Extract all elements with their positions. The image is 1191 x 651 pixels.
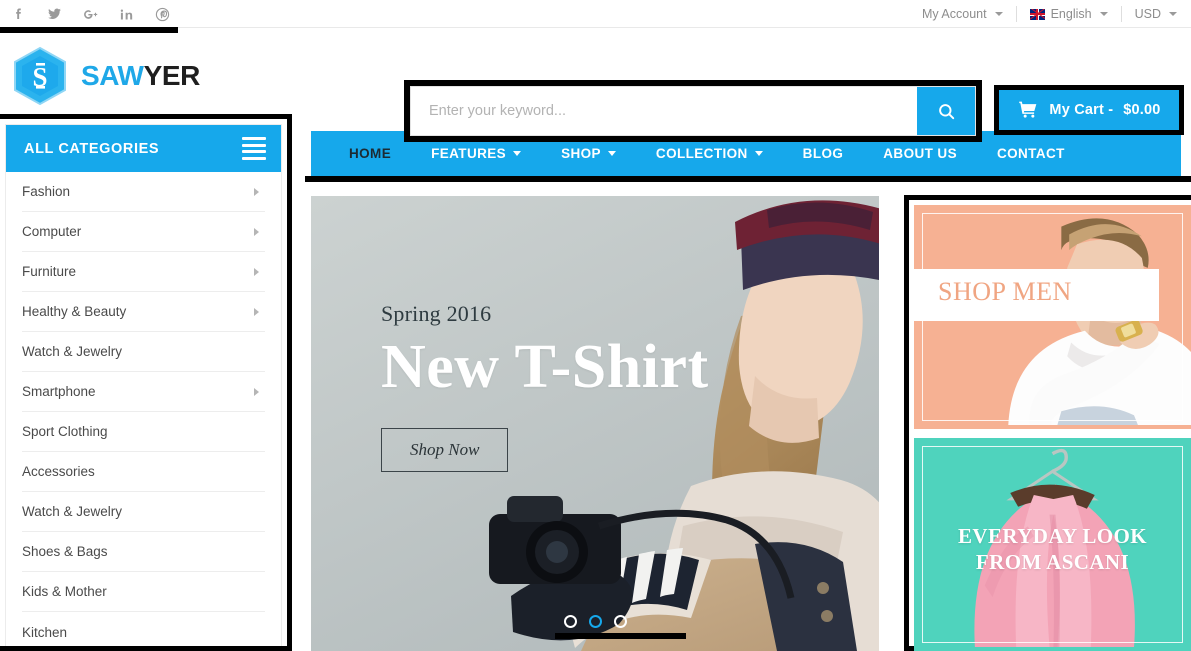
pinterest-icon[interactable] bbox=[154, 6, 171, 23]
all-categories-header[interactable]: ALL CATEGORIES bbox=[6, 125, 281, 172]
annotation-promo-banners: SHOP MEN EVERYDAY LOOK FROM ASCANI bbox=[904, 195, 1191, 651]
twitter-icon[interactable] bbox=[46, 6, 63, 23]
chevron-right-icon bbox=[254, 387, 259, 396]
chevron-down-icon bbox=[754, 151, 763, 156]
category-item[interactable]: Watch & Jewelry bbox=[22, 332, 265, 372]
my-cart-button[interactable]: My Cart - $0.00 bbox=[999, 90, 1179, 130]
search-button[interactable] bbox=[917, 87, 975, 135]
category-item[interactable]: Sport Clothing bbox=[22, 412, 265, 452]
cart-total: $0.00 bbox=[1123, 102, 1161, 118]
logo-text-secondary: YER bbox=[143, 60, 201, 91]
nav-item-contact[interactable]: CONTACT bbox=[977, 131, 1085, 176]
nav-item-label: ABOUT US bbox=[883, 146, 957, 161]
chevron-down-icon bbox=[994, 12, 1003, 16]
linkedin-icon[interactable] bbox=[118, 6, 135, 23]
logo-hexagon-icon: S bbox=[12, 46, 68, 106]
chevron-down-icon bbox=[607, 151, 616, 156]
site-header: S SAWYER Enter your keyword... My Cart -… bbox=[0, 29, 1191, 142]
cart-label: My Cart - bbox=[1049, 102, 1114, 118]
promo-banner-shop-men[interactable]: SHOP MEN bbox=[914, 205, 1191, 429]
logo-text-primary: SAW bbox=[81, 60, 144, 91]
category-item[interactable]: Kids & Mother bbox=[22, 572, 265, 612]
nav-item-home[interactable]: HOME bbox=[329, 131, 411, 176]
category-item-label: Smartphone bbox=[22, 384, 96, 399]
nav-item-label: BLOG bbox=[802, 146, 844, 161]
page-root: My Account English USD S SAWYER Enter yo… bbox=[0, 0, 1191, 651]
category-item[interactable]: Furniture bbox=[22, 252, 265, 292]
everyday-look-line1: EVERYDAY LOOK bbox=[957, 524, 1148, 548]
category-item-label: Watch & Jewelry bbox=[22, 504, 123, 519]
currency-selector[interactable]: USD bbox=[1122, 6, 1179, 22]
nav-item-label: FEATURES bbox=[431, 146, 507, 161]
category-item[interactable]: Accessories bbox=[22, 452, 265, 492]
search-form bbox=[410, 86, 976, 136]
my-account-menu[interactable]: My Account bbox=[909, 6, 1017, 22]
category-item-label: Healthy & Beauty bbox=[22, 304, 127, 319]
hero-title: New T-Shirt bbox=[381, 333, 709, 401]
category-item-label: Shoes & Bags bbox=[22, 544, 108, 559]
top-bar-right: My Account English USD bbox=[909, 0, 1179, 28]
chevron-down-icon bbox=[1169, 12, 1177, 16]
everyday-look-line2: FROM ASCANI bbox=[975, 550, 1130, 575]
category-item[interactable]: Kitchen bbox=[22, 612, 265, 646]
carousel-dot[interactable] bbox=[588, 615, 602, 628]
top-bar: My Account English USD bbox=[0, 0, 1191, 28]
everyday-look-label: EVERYDAY LOOK FROM ASCANI bbox=[914, 523, 1191, 576]
promo-banner-everyday-look[interactable]: EVERYDAY LOOK FROM ASCANI bbox=[914, 438, 1191, 651]
facebook-icon[interactable] bbox=[10, 6, 27, 23]
category-item[interactable]: Healthy & Beauty bbox=[22, 292, 265, 332]
chevron-right-icon bbox=[254, 187, 259, 196]
nav-item-label: SHOP bbox=[561, 146, 601, 161]
carousel-dot[interactable] bbox=[613, 615, 627, 628]
category-item-label: Kitchen bbox=[22, 624, 68, 640]
annotation-cart-button: My Cart - $0.00 bbox=[994, 85, 1184, 135]
google-plus-icon[interactable] bbox=[82, 6, 99, 23]
category-item[interactable]: Watch & Jewelry bbox=[22, 492, 265, 532]
nav-item-label: HOME bbox=[349, 146, 392, 161]
all-categories-label: ALL CATEGORIES bbox=[24, 140, 160, 157]
nav-item-label: COLLECTION bbox=[655, 146, 748, 161]
chevron-right-icon bbox=[254, 307, 259, 316]
category-item-label: Fashion bbox=[22, 184, 71, 199]
carousel-dot[interactable] bbox=[563, 615, 577, 628]
uk-flag-icon bbox=[1029, 8, 1045, 20]
my-account-label: My Account bbox=[921, 7, 987, 21]
chevron-right-icon bbox=[254, 267, 259, 276]
category-item[interactable]: Shoes & Bags bbox=[22, 532, 265, 572]
category-list: Fashion Computer Furniture Healthy & Beauty… bbox=[6, 172, 281, 646]
search-input[interactable] bbox=[411, 87, 917, 135]
shop-now-button[interactable]: Shop Now bbox=[381, 428, 509, 473]
annotation-hero-bottom bbox=[555, 633, 686, 639]
category-item-label: Sport Clothing bbox=[22, 424, 108, 439]
chevron-down-icon bbox=[513, 151, 522, 156]
annotation-social-bar bbox=[0, 27, 178, 33]
category-item[interactable]: Smartphone bbox=[22, 372, 265, 412]
category-item-label: Accessories bbox=[22, 464, 95, 479]
chevron-right-icon bbox=[254, 227, 259, 236]
site-logo[interactable]: S SAWYER bbox=[12, 46, 200, 106]
category-item[interactable]: Fashion bbox=[22, 172, 265, 212]
chevron-down-icon bbox=[1099, 12, 1108, 16]
categories-sidebar: ALL CATEGORIES Fashion Computer Furniture H… bbox=[5, 124, 282, 646]
language-selector[interactable]: English bbox=[1017, 6, 1122, 22]
hamburger-icon[interactable] bbox=[242, 137, 266, 160]
hero-subtitle: Spring 2016 bbox=[381, 301, 492, 326]
language-label: English bbox=[1050, 7, 1092, 21]
annotation-sidebar: ALL CATEGORIES Fashion Computer Furniture H… bbox=[0, 114, 292, 651]
annotation-search-box bbox=[404, 80, 982, 142]
category-item-label: Kids & Mother bbox=[22, 584, 107, 599]
nav-item-label: CONTACT bbox=[996, 146, 1065, 161]
currency-label: USD bbox=[1134, 7, 1161, 21]
logo-text: SAWYER bbox=[81, 60, 200, 92]
hero-content: Spring 2016 New T-Shirt Shop Now bbox=[381, 301, 709, 473]
shopping-cart-icon bbox=[1019, 101, 1037, 118]
hero-slider[interactable]: Spring 2016 New T-Shirt Shop Now bbox=[311, 196, 879, 651]
social-links bbox=[10, 0, 171, 28]
category-item-label: Computer bbox=[22, 224, 82, 239]
category-item[interactable]: Computer bbox=[22, 212, 265, 252]
carousel-dots bbox=[311, 615, 879, 628]
shop-men-label: SHOP MEN bbox=[938, 277, 1072, 306]
category-item-label: Watch & Jewelry bbox=[22, 344, 123, 359]
category-item-label: Furniture bbox=[22, 264, 77, 279]
